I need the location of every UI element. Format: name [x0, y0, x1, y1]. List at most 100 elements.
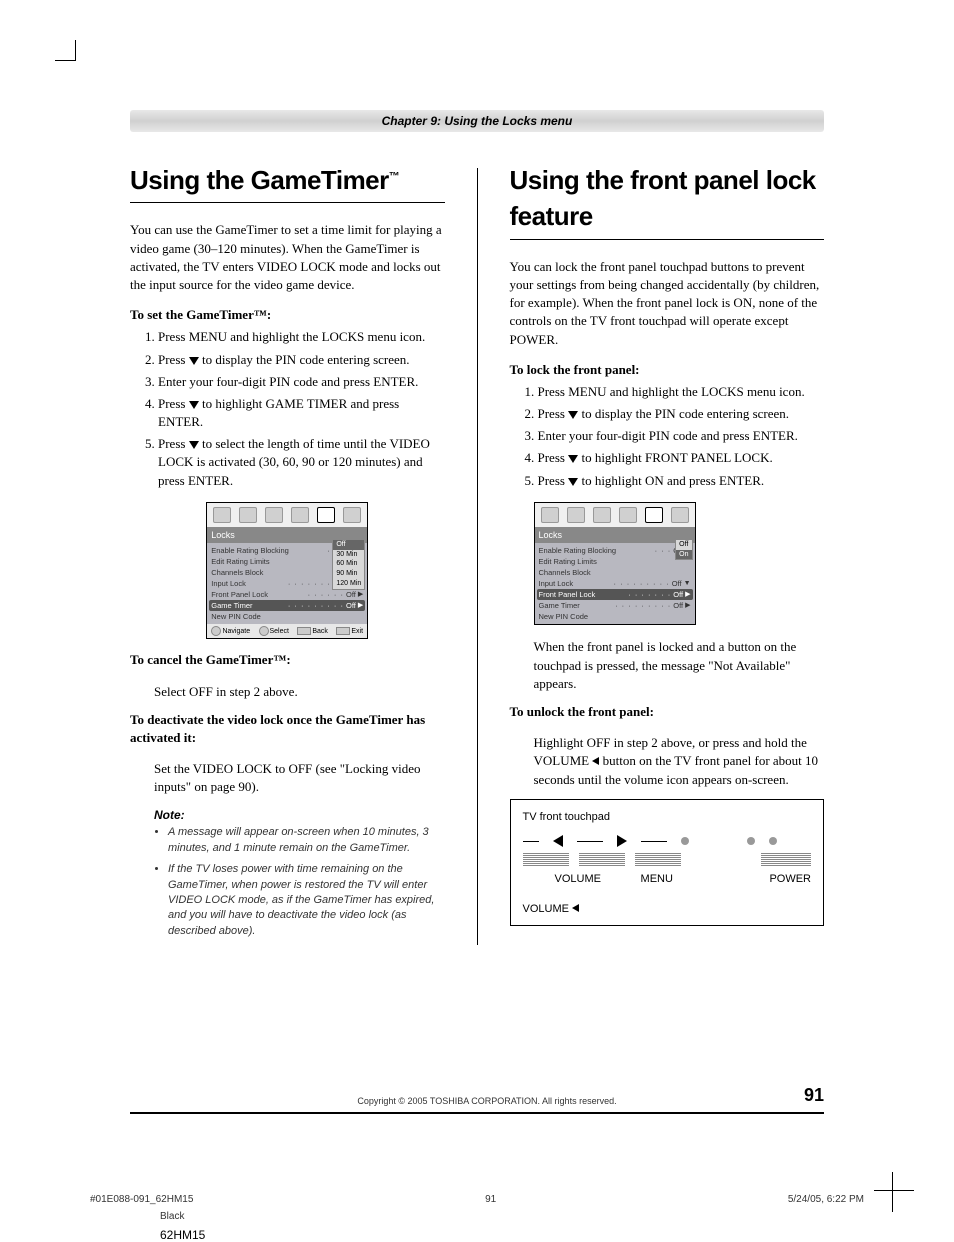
osd-popup-item: 120 Min: [333, 579, 364, 589]
osd-dots: · · · · · · · · ·: [615, 601, 671, 612]
print-metadata-row: #01E088-091_62HM15 91 5/24/05, 6:22 PM: [90, 1194, 864, 1205]
osd-title: Locks: [535, 527, 695, 544]
footer-rule: [130, 1112, 824, 1114]
osd-row: Input Lock· · · · · · · · ·Off▼: [537, 578, 693, 589]
nav-label: Select: [270, 627, 289, 637]
step-item: Enter your four-digit PIN code and press…: [538, 427, 825, 445]
osd-tab-icon: [541, 507, 559, 523]
osd-dots: · · ·: [655, 546, 672, 557]
subheading: To unlock the front panel:: [510, 703, 825, 721]
bar-group: [579, 853, 625, 866]
diagram-title: TV front touchpad: [523, 810, 812, 825]
step-item: Press to display the PIN code entering s…: [158, 351, 445, 369]
right-arrow-icon: ▶: [358, 601, 363, 611]
osd-popup-item-selected: On: [676, 550, 691, 560]
two-column-layout: Using the GameTimer™ You can use the Gam…: [130, 162, 824, 945]
osd-tab-icon: [619, 507, 637, 523]
nav-label: Navigate: [222, 627, 250, 637]
note-heading: Note:: [154, 807, 445, 824]
step-item: Press to highlight ON and press ENTER.: [538, 472, 825, 490]
osd-nav-hints: Navigate Select Back Exit: [207, 624, 367, 638]
osd-label: Game Timer: [539, 601, 614, 612]
dot-icon: [681, 837, 689, 845]
osd-nav-item: Select: [259, 626, 289, 636]
dot-icon: [769, 837, 777, 845]
indented-paragraph: Highlight OFF in step 2 above, or press …: [534, 734, 825, 789]
osd-label: Enable Rating Blocking: [211, 546, 325, 557]
heading-rule: [130, 202, 445, 203]
step-item: Press MENU and highlight the LOCKS menu …: [158, 328, 445, 346]
step-text: Press: [158, 352, 189, 367]
osd-popup-item: 90 Min: [333, 569, 364, 579]
osd-row: New PIN Code: [209, 611, 365, 622]
meta-color: Black: [160, 1211, 954, 1222]
nav-button-icon: [336, 627, 350, 635]
step-text: Press: [158, 436, 189, 451]
osd-tab-icon-selected: [645, 507, 663, 523]
label-volume: VOLUME: [523, 872, 613, 887]
bar-group: [635, 853, 681, 866]
indented-paragraph: Set the VIDEO LOCK to OFF (see "Locking …: [154, 760, 445, 796]
osd-label: Edit Rating Limits: [539, 557, 691, 568]
meta-filename: #01E088-091_62HM15: [90, 1194, 193, 1205]
osd-tab-icon: [265, 507, 283, 523]
osd-value: Off: [672, 579, 682, 590]
osd-label: New PIN Code: [539, 612, 691, 623]
osd-popup-item: 30 Min: [333, 550, 364, 560]
step-list: Press MENU and highlight the LOCKS menu …: [130, 328, 445, 490]
step-item: Press to display the PIN code entering s…: [538, 405, 825, 423]
osd-row-selected: Front Panel Lock· · · · · · ·Off▶: [537, 589, 693, 600]
diagram-line: [523, 841, 539, 842]
step-text: to select the length of time until the V…: [158, 436, 430, 487]
trademark-symbol: ™: [389, 170, 400, 182]
step-item: Press to highlight GAME TIMER and press …: [158, 395, 445, 431]
reg-line: [892, 1172, 893, 1212]
step-text: Press: [158, 396, 189, 411]
osd-label: Front Panel Lock: [211, 590, 305, 601]
diagram-labels: VOLUME MENU POWER: [523, 872, 812, 887]
osd-screenshot: Locks Enable Rating Blocking· · ·Off▶ Ed…: [206, 502, 368, 640]
meta-model: 62HM15: [160, 1228, 954, 1242]
right-column: Using the front panel lock feature You c…: [510, 162, 825, 945]
step-text: to display the PIN code entering screen.: [578, 406, 789, 421]
page-number: 91: [804, 1085, 824, 1106]
right-arrow-icon: ▶: [685, 590, 690, 600]
osd-row: Front Panel Lock· · · · · ·Off▶: [209, 589, 365, 600]
intro-paragraph: You can use the GameTimer to set a time …: [130, 221, 445, 294]
left-arrow-icon: [553, 835, 563, 847]
osd-tab-icons: [535, 503, 695, 527]
down-arrow-icon: [568, 455, 578, 463]
diagram-controls-row: [523, 835, 812, 847]
meta-date: 5/24/05, 6:22 PM: [788, 1194, 864, 1205]
osd-label: Enable Rating Blocking: [539, 546, 653, 557]
osd-dots: · · · · · ·: [308, 590, 344, 601]
right-arrow-icon: ▶: [358, 590, 363, 600]
osd-value: Off: [673, 601, 683, 612]
osd-body: Enable Rating Blocking· · · Off▶ Edit Rat…: [535, 543, 695, 624]
osd-label: Input Lock: [539, 579, 612, 590]
page-content: Chapter 9: Using the Locks menu Using th…: [0, 0, 954, 1154]
heading-text: Using the GameTimer: [130, 165, 389, 195]
left-column: Using the GameTimer™ You can use the Gam…: [130, 162, 445, 945]
down-arrow-icon: [568, 411, 578, 419]
osd-tab-icon: [343, 507, 361, 523]
right-arrow-icon: [617, 835, 627, 847]
chapter-heading: Chapter 9: Using the Locks menu: [130, 110, 824, 132]
osd-label: Input Lock: [211, 579, 286, 590]
step-item: Enter your four-digit PIN code and press…: [158, 373, 445, 391]
osd-label: New PIN Code: [211, 612, 363, 623]
label-text: VOLUME: [523, 903, 573, 915]
osd-dots: · · · · · · · · ·: [614, 579, 670, 590]
registration-marks: [874, 1172, 914, 1212]
indented-paragraph: Select OFF in step 2 above.: [154, 683, 445, 701]
down-arrow-icon: [568, 478, 578, 486]
osd-tab-icon: [239, 507, 257, 523]
diagram-line: [641, 841, 667, 842]
touchpad-diagram: TV front touchpad: [510, 799, 825, 926]
osd-tab-icon: [567, 507, 585, 523]
osd-dots: · · · · · · ·: [628, 590, 671, 601]
osd-nav-item: Back: [297, 626, 328, 636]
subheading: To set the GameTimer™:: [130, 306, 445, 324]
osd-label: Game Timer: [211, 601, 286, 612]
dot-icon: [747, 837, 755, 845]
